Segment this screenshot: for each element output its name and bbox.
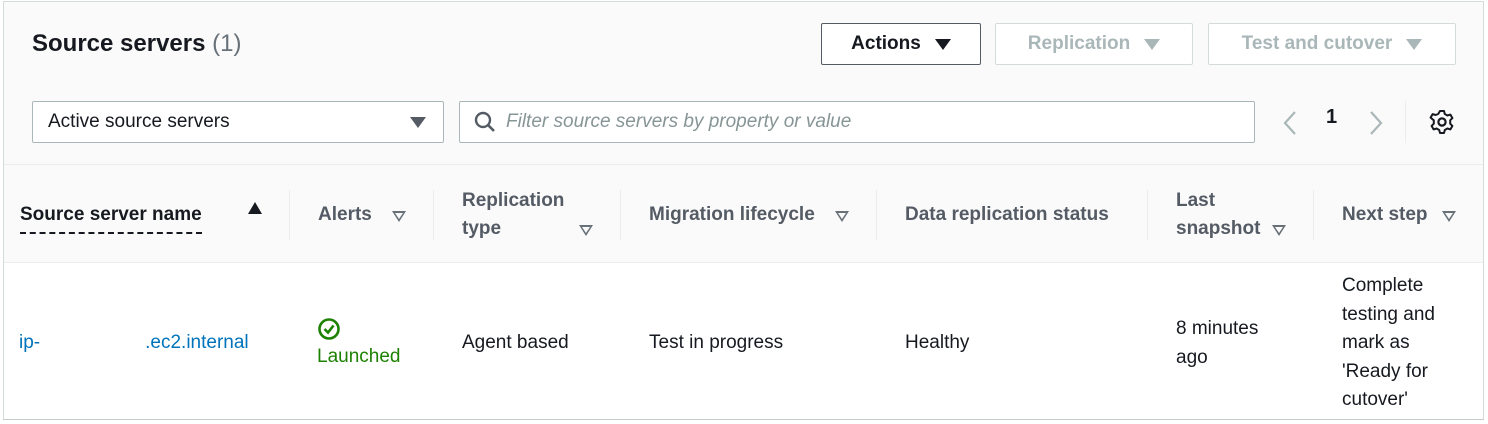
name-suffix: .ec2.internal [145,332,249,353]
previous-page-icon[interactable] [1282,110,1298,136]
caret-down-icon [1406,38,1423,50]
column-header-name[interactable]: Source server name [20,201,202,234]
caret-down-icon [1144,38,1161,50]
column-divider[interactable] [1147,190,1148,240]
actions-label: Actions [851,33,921,54]
filter-caret-icon[interactable] [1272,225,1286,236]
replication-button[interactable]: Replication [995,23,1193,65]
success-check-icon [318,318,340,340]
table-header: Source server name Alerts Replication typ… [4,164,1483,263]
column-header-next-step[interactable]: Next step [1342,201,1428,229]
test-cutover-label: Test and cutover [1241,33,1393,54]
settings-gear-icon[interactable] [1429,109,1455,135]
filter-caret-icon[interactable] [1442,211,1456,222]
cell-line: testing and [1342,303,1435,325]
column-header-last-snapshot[interactable]: Last snapshot [1176,187,1260,243]
filter-field[interactable] [459,101,1255,143]
divider [1405,101,1406,143]
select-value: Active source servers [48,111,230,132]
next-page-icon[interactable] [1368,110,1384,136]
caret-down-icon [934,38,951,50]
replication-type-cell: Agent based [462,332,569,353]
column-header-alerts[interactable]: Alerts [318,201,372,229]
column-divider[interactable] [1313,190,1314,240]
cell-line: mark as [1342,332,1410,353]
caret-down-icon [410,116,426,128]
test-and-cutover-button[interactable]: Test and cutover [1208,23,1456,65]
title-text: Source servers [32,30,206,57]
column-header-data-replication-status[interactable]: Data replication status [905,201,1109,229]
column-divider[interactable] [876,190,877,240]
header-line: type [462,218,502,239]
actions-button[interactable]: Actions [821,23,981,65]
cell-line: Complete [1342,275,1424,296]
column-divider[interactable] [620,190,621,240]
filter-caret-icon[interactable] [835,211,849,222]
data-replication-status-cell: Healthy [905,332,970,353]
header-line: Last [1176,190,1216,211]
header-line: Replication [462,190,565,211]
filter-caret-icon[interactable] [579,225,593,236]
filter-caret-icon[interactable] [392,211,406,222]
column-divider[interactable] [289,190,290,240]
search-icon [474,111,495,132]
last-snapshot-cell: 8 minutes ago [1176,315,1258,372]
page-title: Source servers (1) [32,30,241,58]
name-prefix: ip- [19,332,41,353]
filter-input[interactable] [506,111,1226,133]
server-name-link[interactable]: ip- .ec2.internal [19,329,249,358]
cell-line: cutover' [1342,389,1408,410]
replication-label: Replication [1027,33,1131,54]
column-header-lifecycle[interactable]: Migration lifecycle [649,201,815,229]
source-servers-panel: Source servers (1) Actions Replication T… [3,1,1484,420]
cell-line: ago [1176,346,1208,368]
cell-line: 'Ready for [1342,360,1429,382]
cell-line: 8 minutes [1176,318,1259,339]
server-count: (1) [212,30,242,57]
next-step-cell: Complete testing and mark as 'Ready for … [1342,272,1435,415]
server-state-select[interactable]: Active source servers [32,101,444,143]
current-page[interactable]: 1 [1326,106,1337,129]
table-row[interactable]: ip- .ec2.internal Launched Agent based Te… [4,263,1483,419]
sort-ascending-icon[interactable] [247,201,263,215]
alert-status: Launched [317,346,401,367]
lifecycle-cell: Test in progress [649,332,784,353]
column-header-replication-type[interactable]: Replication type [462,187,564,243]
header-line: snapshot [1176,218,1261,239]
column-divider[interactable] [433,190,434,240]
